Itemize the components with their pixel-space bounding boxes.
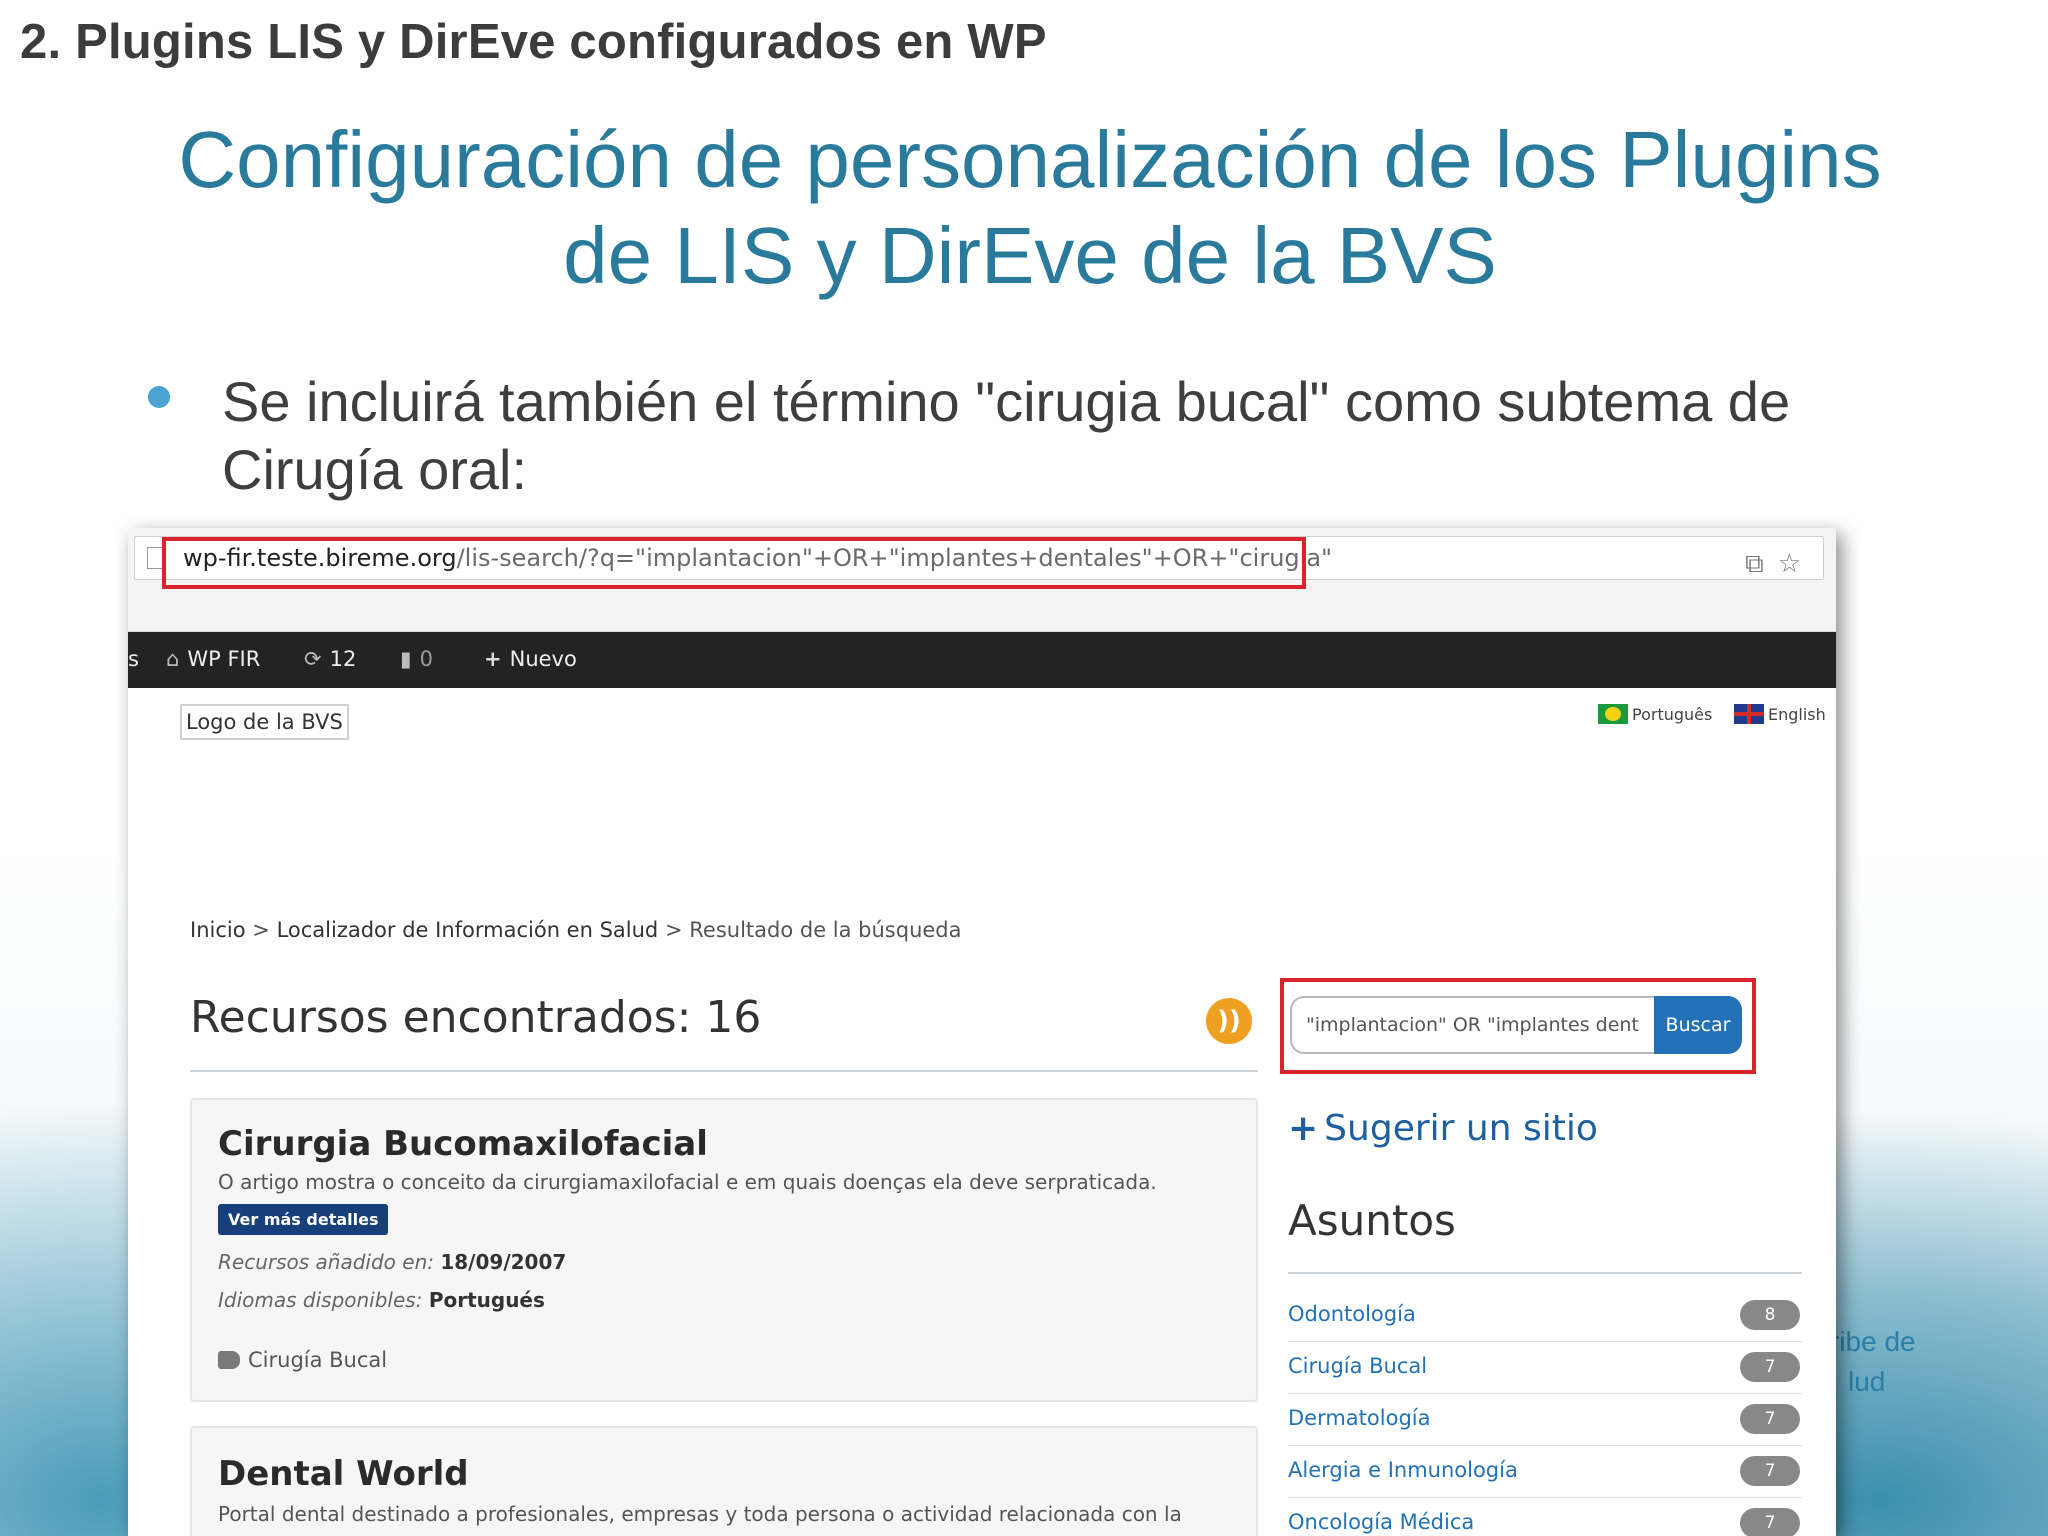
result-title[interactable]: Dental World: [218, 1454, 469, 1494]
subject-label[interactable]: Alergia e Inmunología: [1288, 1458, 1518, 1482]
subject-item[interactable]: Dermatología 7: [1288, 1394, 1802, 1446]
slide-title: Configuración de personalización de los …: [100, 112, 1960, 304]
breadcrumb-section[interactable]: Localizador de Información en Salud: [277, 918, 659, 942]
lang-pt-label: Português: [1632, 705, 1713, 724]
details-button[interactable]: Ver más detalles: [218, 1204, 389, 1235]
admin-bar-site[interactable]: ⌂ WP FIR: [166, 647, 260, 671]
bullet-line-1: Se incluirá también el término "cirugia …: [222, 370, 1791, 433]
comments-count: 0: [419, 647, 433, 671]
result-title[interactable]: Cirurgia Bucomaxilofacial: [218, 1124, 708, 1164]
subject-label[interactable]: Cirugía Bucal: [1288, 1354, 1427, 1378]
lang-en-label: English: [1768, 705, 1826, 724]
brazil-flag-icon: [1598, 704, 1628, 724]
results-count-title: Recursos encontrados: 16: [190, 992, 762, 1043]
plus-icon: +: [484, 647, 502, 671]
translate-icon[interactable]: ⧉: [1745, 549, 1764, 579]
breadcrumb-separator: >: [664, 918, 683, 942]
bullet-line-2: Cirugía oral:: [222, 438, 528, 501]
home-icon: ⌂: [166, 647, 180, 671]
url-highlight-box: [162, 537, 1306, 589]
subject-label[interactable]: Dermatología: [1288, 1406, 1430, 1430]
site-name: WP FIR: [187, 647, 261, 671]
rss-icon[interactable]: )): [1206, 998, 1252, 1044]
subject-label[interactable]: Odontología: [1288, 1302, 1416, 1326]
tag-label: Cirugía Bucal: [248, 1348, 388, 1372]
search-highlight-box: [1280, 978, 1756, 1074]
uk-flag-icon: [1734, 704, 1764, 724]
tag-icon: [218, 1351, 240, 1369]
added-value: 18/09/2007: [440, 1250, 567, 1274]
section-title: 2. Plugins LIS y DirEve configurados en …: [20, 15, 1047, 69]
subject-item[interactable]: Odontología 8: [1288, 1290, 1802, 1342]
footer-line-2: lud: [1848, 1366, 1886, 1397]
lang-portuguese[interactable]: Português: [1598, 704, 1712, 724]
subject-item[interactable]: Cirugía Bucal 7: [1288, 1342, 1802, 1394]
languages-value: Portugués: [428, 1288, 545, 1312]
star-icon[interactable]: ☆: [1778, 549, 1801, 579]
subject-count-badge: 7: [1740, 1404, 1800, 1434]
admin-bar-updates[interactable]: ⟳ 12: [304, 647, 356, 671]
result-tag[interactable]: Cirugía Bucal: [218, 1348, 387, 1372]
breadcrumb: Inicio > Localizador de Información en S…: [190, 918, 962, 942]
suggest-site-link[interactable]: + Sugerir un sitio: [1288, 1108, 1598, 1149]
breadcrumb-separator: >: [252, 918, 270, 942]
footer-text-fragment: ribe de lud: [1830, 1322, 1916, 1402]
subject-item[interactable]: Oncología Médica 7: [1288, 1498, 1802, 1536]
new-label: Nuevo: [509, 647, 577, 671]
result-card: Cirurgia Bucomaxilofacial O artigo mostr…: [190, 1098, 1258, 1402]
divider: [190, 1070, 1258, 1072]
admin-bar-new[interactable]: + Nuevo: [484, 647, 577, 671]
subject-item[interactable]: Alergia e Inmunología 7: [1288, 1446, 1802, 1498]
slide-title-line-1: Configuración de personalización de los …: [178, 115, 1882, 204]
subject-count-badge: 7: [1740, 1352, 1800, 1382]
updates-count: 12: [329, 647, 357, 671]
comment-icon: ▮: [400, 647, 412, 671]
bvs-logo-placeholder[interactable]: Logo de la BVS: [180, 704, 349, 740]
divider: [1288, 1272, 1802, 1274]
breadcrumb-home[interactable]: Inicio: [190, 918, 246, 942]
added-label: Recursos añadido en:: [218, 1250, 434, 1274]
result-card: Dental World Portal dental destinado a p…: [190, 1426, 1258, 1536]
result-description: Portal dental destinado a profesionales,…: [218, 1502, 1182, 1526]
embedded-screenshot: wp-fir.teste.bireme.org/lis-search/?q="i…: [128, 528, 1836, 1536]
subject-count-badge: 7: [1740, 1456, 1800, 1486]
suggest-label: Sugerir un sitio: [1324, 1108, 1598, 1149]
admin-bar-comments[interactable]: ▮ 0: [400, 647, 433, 671]
wp-admin-bar: s ⌂ WP FIR ⟳ 12 ▮ 0 + Nuevo: [128, 632, 1836, 688]
address-bar-icons: ⧉ ☆: [1731, 549, 1801, 580]
bullet-dot: [148, 386, 170, 408]
subject-count-badge: 7: [1740, 1508, 1800, 1536]
slide-title-line-2: de LIS y DirEve de la BVS: [563, 211, 1497, 300]
languages-label: Idiomas disponibles:: [218, 1288, 423, 1312]
refresh-icon: ⟳: [304, 647, 322, 671]
result-description: O artigo mostra o conceito da cirurgiama…: [218, 1170, 1157, 1194]
browser-address-bar: wp-fir.teste.bireme.org/lis-search/?q="i…: [128, 528, 1836, 632]
subjects-title: Asuntos: [1288, 1196, 1456, 1245]
result-added-date: Recursos añadido en: 18/09/2007: [218, 1250, 566, 1274]
plus-icon: +: [1288, 1108, 1319, 1149]
footer-line-1: ribe de: [1830, 1326, 1916, 1357]
admin-bar-cut-item[interactable]: s: [128, 647, 139, 671]
lang-english[interactable]: English: [1734, 704, 1826, 724]
subject-label[interactable]: Oncología Médica: [1288, 1510, 1474, 1534]
subject-count-badge: 8: [1740, 1300, 1800, 1330]
breadcrumb-current: Resultado de la búsqueda: [689, 918, 962, 942]
result-languages: Idiomas disponibles: Portugués: [218, 1288, 545, 1312]
bullet-text: Se incluirá también el término "cirugia …: [222, 368, 1862, 504]
